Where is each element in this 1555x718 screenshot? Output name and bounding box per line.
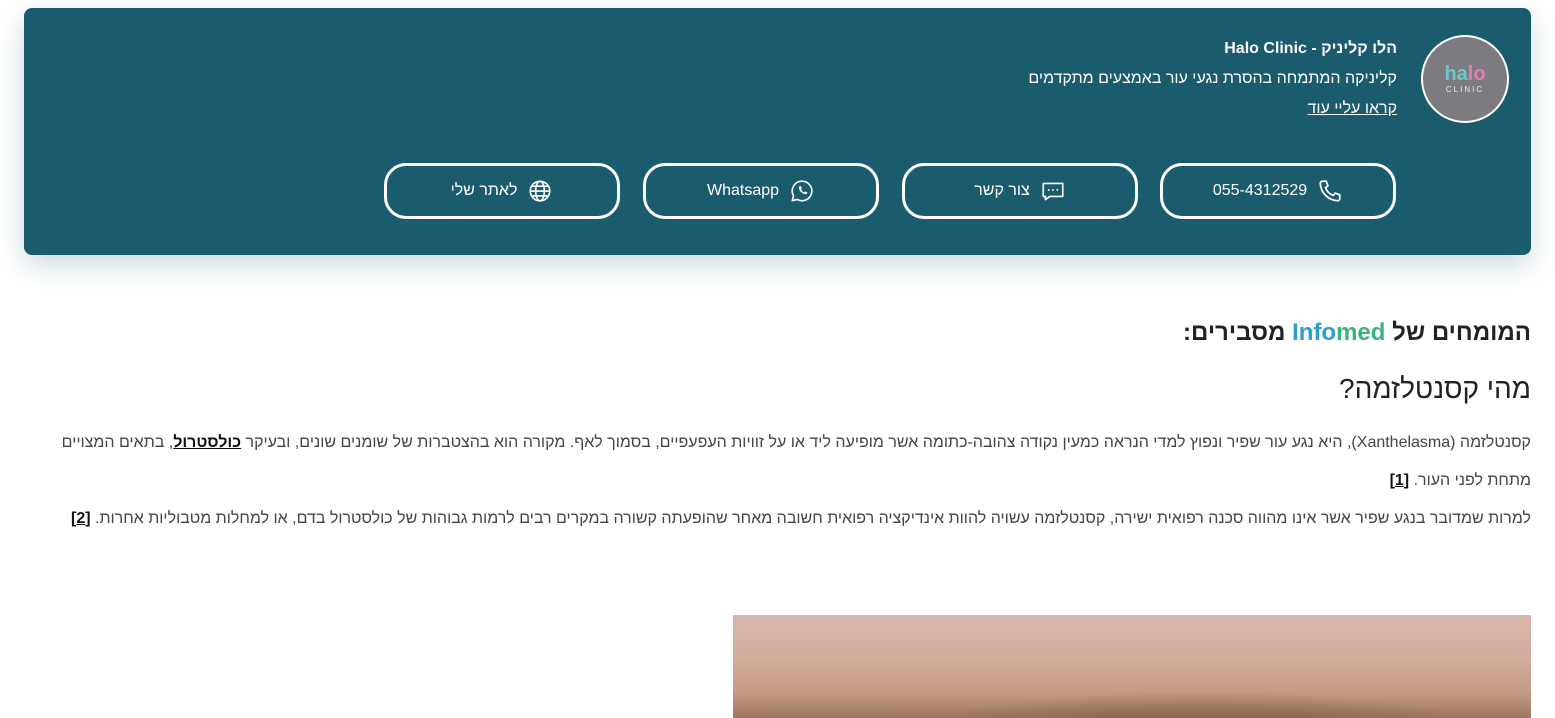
paragraph-2-text: למרות שמדובר בנגע שפיר אשר אינו מהווה סכ… (90, 510, 1531, 527)
website-label: לאתר שלי (450, 182, 518, 199)
experts-heading: המומחים של Infomed מסבירים: (1183, 318, 1531, 348)
whatsapp-icon (789, 178, 815, 204)
phone-button[interactable]: 055-4312529 (1160, 163, 1396, 219)
clinic-info: הלו קליניק - Halo Clinic קליניקה המתמחה … (1028, 38, 1397, 120)
brand-med: med (1336, 319, 1386, 346)
brand-info: Info (1292, 319, 1337, 346)
clinic-logo[interactable]: halo CLINIC (1421, 35, 1509, 123)
reference-link-1[interactable]: [1] (1390, 472, 1410, 489)
website-button[interactable]: לאתר שלי (384, 163, 620, 219)
article-question-heading: מהי קסנטלזמה? (1339, 373, 1531, 404)
phone-icon (1317, 178, 1343, 204)
contact-label: צור קשר (974, 182, 1030, 199)
experts-suffix: מסבירים: (1183, 319, 1293, 346)
contact-button[interactable]: צור קשר (902, 163, 1138, 219)
read-more-link[interactable]: קראו עליי עוד (1307, 98, 1397, 120)
cholesterol-link[interactable]: כולסטרול (173, 434, 241, 451)
clinic-title: הלו קליניק - Halo Clinic (1224, 40, 1397, 57)
experts-prefix: המומחים של (1385, 319, 1531, 346)
logo-word-part1: ha (1444, 63, 1468, 85)
logo-subtitle: CLINIC (1445, 85, 1485, 94)
xanthelasma-photo (733, 615, 1531, 718)
article-paragraph-1: קסנטלזמה (Xanthelasma), היא נגע עור שפיר… (36, 424, 1531, 500)
paragraph-1-text-start: קסנטלזמה (Xanthelasma), היא נגע עור שפיר… (241, 434, 1531, 451)
clinic-description: קליניקה המתמחה בהסרת נגעי עור באמצעים מת… (1028, 70, 1397, 87)
globe-icon (527, 178, 553, 204)
page: halo CLINIC הלו קליניק - Halo Clinic קלי… (0, 0, 1555, 718)
whatsapp-label: Whatsapp (706, 182, 780, 199)
chat-icon (1040, 178, 1066, 204)
clinic-card: halo CLINIC הלו קליניק - Halo Clinic קלי… (24, 8, 1531, 255)
reference-link-2[interactable]: [2] (71, 510, 91, 527)
whatsapp-button[interactable]: Whatsapp (643, 163, 879, 219)
logo-wordmark: halo (1444, 64, 1485, 84)
logo-word-part2: lo (1467, 63, 1486, 85)
article-paragraph-2: למרות שמדובר בנגע שפיר אשר אינו מהווה סכ… (36, 500, 1531, 538)
phone-number-label: 055-4312529 (1212, 182, 1308, 199)
